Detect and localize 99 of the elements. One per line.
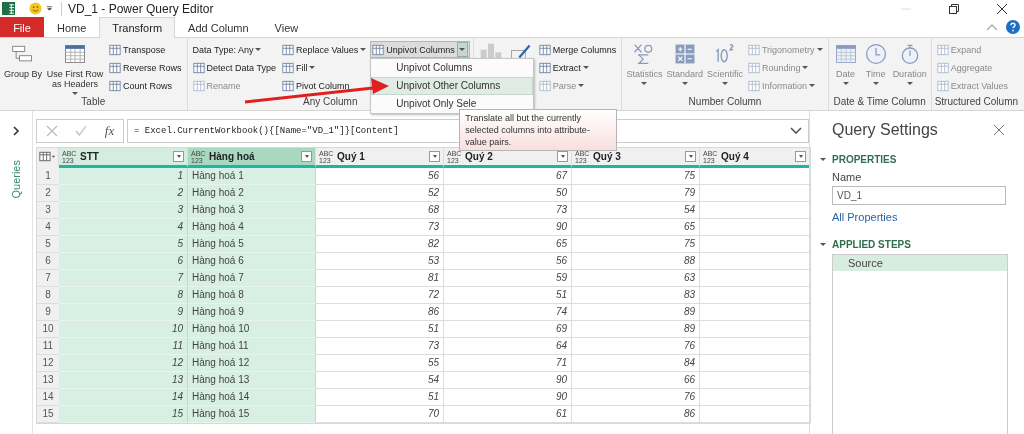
- table-cell: 12: [59, 355, 188, 372]
- table-cell: 6: [59, 253, 188, 270]
- table-cell: 75: [572, 168, 700, 185]
- table-cell: Hàng hoá 6: [188, 253, 316, 270]
- table-cell: 79: [572, 185, 700, 202]
- table-cell: Hàng hoá 1: [188, 168, 316, 185]
- row-number: 13: [37, 372, 59, 389]
- row-number: 2: [37, 185, 59, 202]
- row-number: 8: [37, 287, 59, 304]
- window-title: VD_1 - Power Query Editor: [61, 1, 214, 16]
- table-cell: 13: [59, 372, 188, 389]
- table-cell: Hàng hoá 15: [188, 406, 316, 423]
- row-number: 10: [37, 321, 59, 338]
- table-cell: 51: [316, 321, 444, 338]
- table-cell: 90: [444, 389, 572, 406]
- table-cell: 5: [59, 236, 188, 253]
- name-label: Name: [832, 171, 863, 183]
- row-number: 6: [37, 253, 59, 270]
- table-cell: Hàng hoá 13: [188, 372, 316, 389]
- table-cell: 15: [59, 406, 188, 423]
- table-cell: 67: [444, 168, 572, 185]
- row-number: 11: [37, 338, 59, 355]
- table-cell: 11: [59, 338, 188, 355]
- table-cell: Hàng hoá 12: [188, 355, 316, 372]
- table-cell: 9: [59, 304, 188, 321]
- row-number: 7: [37, 270, 59, 287]
- table-cell: 3: [59, 202, 188, 219]
- tooltip: Translate all but the currently selected columns into attribute-value pairs.: [459, 109, 618, 151]
- table-cell: Hàng hoá 3: [188, 202, 316, 219]
- table-cell: 63: [572, 270, 700, 287]
- table-cell: 74: [444, 304, 572, 321]
- table-cell: 73: [444, 202, 572, 219]
- table-cell: 59: [444, 270, 572, 287]
- table-cell: 50: [444, 185, 572, 202]
- row-number: 9: [37, 304, 59, 321]
- table-cell: 75: [572, 236, 700, 253]
- table-cell: Hàng hoá 2: [188, 185, 316, 202]
- group-label: Number Column: [688, 96, 762, 107]
- table-cell: 73: [316, 338, 444, 355]
- table-cell: 14: [59, 389, 188, 406]
- table-cell: 76: [572, 389, 700, 406]
- table-cell: 61: [444, 406, 572, 423]
- pane-title: Query Settings: [832, 121, 938, 139]
- table-cell: 8: [59, 287, 188, 304]
- row-number: 12: [37, 355, 59, 372]
- table-cell: Hàng hoá 4: [188, 219, 316, 236]
- table-cell: 55: [316, 355, 444, 372]
- row-number: 15: [37, 406, 59, 423]
- table-cell: 66: [572, 372, 700, 389]
- table-cell: 86: [316, 304, 444, 321]
- table-cell: 90: [444, 219, 572, 236]
- table-cell: 54: [316, 372, 444, 389]
- table-cell: 4: [59, 219, 188, 236]
- table-cell: Hàng hoá 10: [188, 321, 316, 338]
- row-number: 4: [37, 219, 59, 236]
- group-label: Date & Time Column: [833, 96, 926, 107]
- table-cell: Hàng hoá 14: [188, 389, 316, 406]
- table-cell: 10: [59, 321, 188, 338]
- table-cell: 86: [572, 406, 700, 423]
- table-cell: Hàng hoá 5: [188, 236, 316, 253]
- table-cell: 1: [59, 168, 188, 185]
- table-cell: 65: [444, 236, 572, 253]
- table-cell: Hàng hoá 7: [188, 270, 316, 287]
- table-cell: 81: [316, 270, 444, 287]
- table-cell: 64: [444, 338, 572, 355]
- table-cell: Hàng hoá 11: [188, 338, 316, 355]
- table-cell: 54: [572, 202, 700, 219]
- table-cell: 73: [316, 219, 444, 236]
- table-cell: Hàng hoá 8: [188, 287, 316, 304]
- table-cell: 69: [444, 321, 572, 338]
- table-cell: 84: [572, 355, 700, 372]
- table-cell: 82: [316, 236, 444, 253]
- table-cell: 7: [59, 270, 188, 287]
- table-cell: 2: [59, 185, 188, 202]
- table-cell: 88: [572, 253, 700, 270]
- table-cell: 89: [572, 321, 700, 338]
- table-cell: 56: [444, 253, 572, 270]
- table-cell: 83: [572, 287, 700, 304]
- group-label: Any Column: [302, 96, 358, 107]
- table-cell: 70: [316, 406, 444, 423]
- group-label: Structured Column: [934, 96, 1019, 107]
- table-cell: 71: [444, 355, 572, 372]
- row-number: 14: [37, 389, 59, 406]
- table-cell: 68: [316, 202, 444, 219]
- group-label: Table: [81, 96, 106, 107]
- table-cell: 56: [316, 168, 444, 185]
- table-cell: 65: [572, 219, 700, 236]
- table-cell: 72: [316, 287, 444, 304]
- table-cell: 52: [316, 185, 444, 202]
- table-cell: Hàng hoá 9: [188, 304, 316, 321]
- table-cell: 53: [316, 253, 444, 270]
- table-cell: 51: [444, 287, 572, 304]
- table-cell: 76: [572, 338, 700, 355]
- table-cell: 51: [316, 389, 444, 406]
- row-number: 1: [37, 168, 59, 185]
- table-cell: 89: [572, 304, 700, 321]
- row-number: 3: [37, 202, 59, 219]
- row-number: 5: [37, 236, 59, 253]
- table-cell: 90: [444, 372, 572, 389]
